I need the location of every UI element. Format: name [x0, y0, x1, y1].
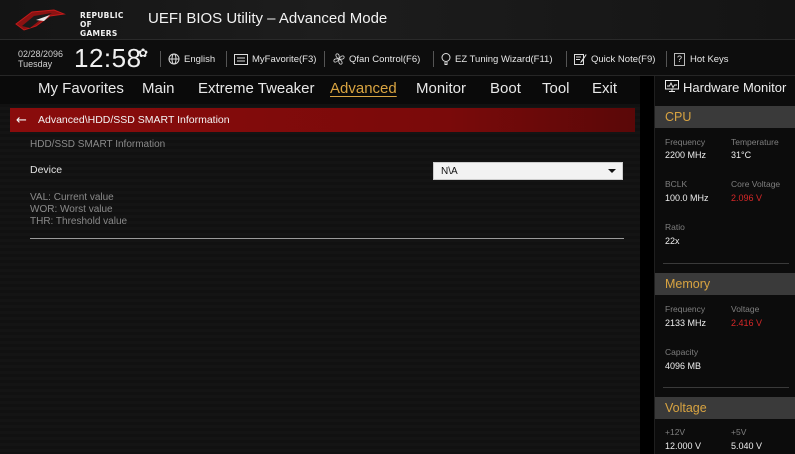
- v5-label: +5V: [731, 427, 747, 437]
- toolbar-divider: [566, 51, 567, 67]
- menu-exit[interactable]: Exit: [592, 80, 617, 97]
- core-voltage-label: Core Voltage: [731, 179, 781, 189]
- v5-value: 5.040 V: [731, 441, 763, 451]
- menu-tool[interactable]: Tool: [542, 80, 570, 97]
- ez-tuning-wizard-button[interactable]: EZ Tuning Wizard(F11): [441, 51, 553, 67]
- brand-line-1: REPUBLIC OF: [80, 11, 124, 29]
- hardware-monitor-title: Hardware Monitor: [683, 80, 787, 95]
- toolbar-divider: [226, 51, 227, 67]
- memory-section-title: Memory: [655, 273, 795, 295]
- hardware-monitor-header: Hardware Monitor: [665, 80, 786, 95]
- monitor-icon: [665, 80, 679, 95]
- qfan-label: Qfan Control(F6): [349, 53, 421, 65]
- hot-keys-button[interactable]: ? Hot Keys: [674, 51, 729, 67]
- lightbulb-icon: [441, 53, 451, 65]
- date-display: 02/28/2096 Tuesday: [18, 49, 63, 69]
- info-bar: 02/28/2096 Tuesday 12:58 ✿ English MyFav…: [0, 40, 795, 76]
- divider: [30, 238, 624, 239]
- cpu-temperature-label: Temperature: [731, 137, 779, 147]
- brand-line-2: GAMERS: [80, 29, 118, 38]
- rog-eye-icon: [15, 9, 66, 31]
- date-text: 02/28/2096: [18, 49, 64, 59]
- fan-icon: [333, 53, 345, 65]
- quick-note-button[interactable]: Quick Note(F9): [574, 51, 655, 67]
- day-text: Tuesday: [18, 59, 53, 69]
- clock: 12:58: [74, 43, 142, 73]
- globe-icon: [168, 53, 180, 65]
- menu-advanced[interactable]: Advanced: [330, 80, 397, 97]
- core-voltage-value: 2.096 V: [731, 193, 763, 203]
- bclk-label: BCLK: [665, 179, 688, 189]
- help-key-icon: ?: [674, 52, 686, 66]
- hw-divider: [663, 387, 789, 388]
- memory-voltage-value: 2.416 V: [731, 318, 763, 328]
- clock-settings-icon[interactable]: ✿: [138, 46, 148, 60]
- device-select[interactable]: N\A: [433, 162, 623, 180]
- legend-item-val: VAL: Current value: [30, 192, 114, 203]
- toolbar-divider: [160, 51, 161, 67]
- breadcrumb-path: Advanced\HDD/SSD SMART Information: [38, 114, 230, 126]
- memory-frequency-value: 2133 MHz: [665, 318, 707, 328]
- back-arrow-icon[interactable]: ←: [16, 114, 34, 127]
- voltage-section-title: Voltage: [655, 397, 795, 419]
- legend-item-thr: THR: Threshold value: [30, 216, 128, 227]
- bclk-value: 100.0 MHz: [665, 193, 709, 203]
- cpu-frequency-value: 2200 MHz: [665, 150, 707, 160]
- menu-monitor[interactable]: Monitor: [416, 80, 466, 97]
- cpu-frequency-label: Frequency: [665, 137, 706, 147]
- memory-frequency-label: Frequency: [665, 304, 706, 314]
- hot-keys-label: Hot Keys: [690, 53, 729, 65]
- main-menu: My Favorites Main Extreme Tweaker Advanc…: [0, 76, 640, 104]
- cpu-section-title: CPU: [655, 106, 795, 128]
- menu-main[interactable]: Main: [142, 80, 175, 97]
- menu-my-favorites[interactable]: My Favorites: [38, 80, 124, 97]
- menu-boot[interactable]: Boot: [490, 80, 521, 97]
- hw-divider: [663, 263, 789, 264]
- toolbar-divider: [433, 51, 434, 67]
- device-label: Device: [30, 164, 63, 176]
- chevron-down-icon: [608, 169, 616, 173]
- quick-note-label: Quick Note(F9): [591, 53, 656, 65]
- legend-item-wor: WOR: Worst value: [30, 204, 113, 215]
- capacity-label: Capacity: [665, 347, 699, 357]
- value-legend: VAL: Current value WOR: Worst value THR:…: [30, 192, 127, 228]
- myfavorite-label: MyFavorite(F3): [252, 53, 317, 65]
- note-pencil-icon: [574, 53, 587, 65]
- ez-tuning-label: EZ Tuning Wizard(F11): [455, 53, 553, 65]
- memory-voltage-label: Voltage: [731, 304, 760, 314]
- language-label: English: [184, 53, 216, 65]
- main-panel: ← Advanced\HDD/SSD SMART Information HDD…: [0, 104, 640, 454]
- title-bar: REPUBLIC OF GAMERS UEFI BIOS Utility – A…: [0, 0, 795, 40]
- brand-text: REPUBLIC OF GAMERS: [80, 11, 134, 38]
- breadcrumb: ← Advanced\HDD/SSD SMART Information: [10, 108, 635, 132]
- toolbar-divider: [324, 51, 325, 67]
- ratio-value: 22x: [665, 236, 680, 246]
- v12-label: +12V: [665, 427, 686, 437]
- rog-logo: REPUBLIC OF GAMERS: [14, 4, 134, 38]
- section-title: HDD/SSD SMART Information: [30, 139, 166, 150]
- cpu-temperature-value: 31°C: [731, 150, 752, 160]
- myfavorite-button[interactable]: MyFavorite(F3): [234, 51, 316, 67]
- v12-value: 12.000 V: [665, 441, 702, 451]
- toolbar-divider: [666, 51, 667, 67]
- menu-extreme-tweaker[interactable]: Extreme Tweaker: [198, 80, 314, 97]
- device-select-value: N\A: [441, 165, 458, 177]
- language-button[interactable]: English: [168, 51, 215, 67]
- qfan-control-button[interactable]: Qfan Control(F6): [333, 51, 420, 67]
- app-title: UEFI BIOS Utility – Advanced Mode: [148, 10, 388, 27]
- ratio-label: Ratio: [665, 222, 685, 232]
- capacity-value: 4096 MB: [665, 361, 702, 371]
- favorite-list-icon: [234, 53, 248, 65]
- hardware-monitor-panel: Hardware Monitor CPU Frequency Temperatu…: [654, 76, 795, 454]
